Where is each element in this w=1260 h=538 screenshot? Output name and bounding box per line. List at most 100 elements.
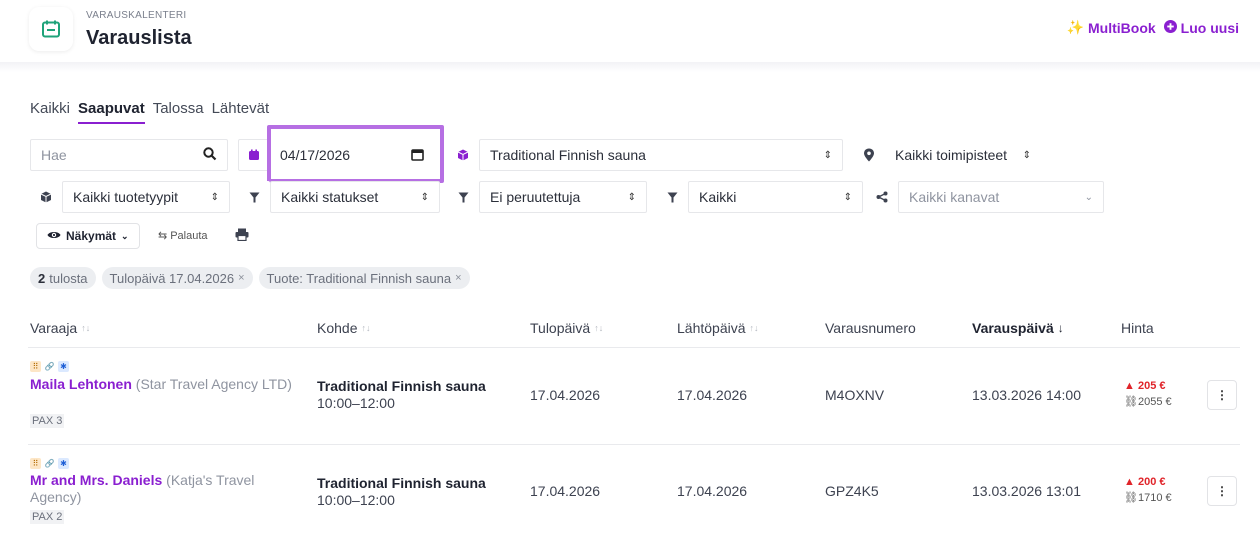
pax-badge: PAX 2	[30, 510, 65, 524]
booker-name-link[interactable]: Maila Lehtonen	[30, 376, 132, 392]
extra-filter-value: Kaikki	[699, 189, 737, 205]
channel-select[interactable]: Kaikki kanavat ⌄	[898, 181, 1104, 213]
product-cell: Traditional Finnish sauna 10:00–12:00	[317, 378, 486, 412]
booker-name-link[interactable]: Mr and Mrs. Daniels	[30, 472, 162, 488]
cancel-filter-icon	[447, 181, 479, 213]
booking-number-cell: M4OXNV	[825, 387, 885, 403]
arrival-date-cell: 17.04.2026	[530, 483, 601, 499]
price-due: 200 €	[1137, 476, 1166, 488]
price-linked: 1710 €	[1137, 492, 1172, 504]
header-divider	[0, 62, 1260, 72]
status-filter-icon	[238, 181, 270, 213]
tab-arriving[interactable]: Saapuvat	[78, 100, 145, 124]
column-header-departure[interactable]: Lähtöpäivä ↑↓	[677, 320, 759, 336]
warning-icon: ▲	[1124, 380, 1135, 392]
column-header-booker[interactable]: Varaaja ↑↓	[30, 320, 90, 336]
views-label: Näkymät	[66, 229, 117, 243]
remove-chip-icon[interactable]: ×	[238, 272, 244, 284]
extra-filter-icon	[656, 181, 688, 213]
multibook-button[interactable]: ✨ MultiBook	[1067, 19, 1156, 36]
channel-placeholder: Kaikki kanavat	[909, 189, 1000, 205]
reset-label: Palauta	[170, 229, 208, 242]
sparkle-icon: ✨	[1066, 19, 1085, 35]
page-title: Varauslista	[86, 27, 192, 49]
cancellation-select[interactable]: Ei peruutettuja ⇕	[479, 181, 647, 213]
warning-icon: ▲	[1124, 476, 1135, 488]
price-header-label: Hinta	[1121, 320, 1154, 336]
select-arrows-icon: ⇕	[823, 149, 832, 161]
tab-in-house[interactable]: Talossa	[153, 100, 204, 124]
column-header-booking-date[interactable]: Varauspäivä ↓	[972, 320, 1064, 336]
row-menu-button[interactable]: ⋮	[1207, 380, 1237, 410]
sort-icon: ↑↓	[361, 323, 371, 333]
multibook-label: MultiBook	[1088, 19, 1156, 36]
product-select[interactable]: Traditional Finnish sauna ⇕	[479, 139, 843, 171]
status-select[interactable]: Kaikki statukset ⇕	[270, 181, 440, 213]
calendar-app-icon	[29, 7, 73, 51]
departure-date-cell: 17.04.2026	[677, 483, 748, 499]
arrival-date-cell: 17.04.2026	[530, 387, 601, 403]
departure-header-label: Lähtöpäivä	[677, 320, 746, 336]
views-button[interactable]: Näkymät ⌄	[36, 223, 140, 249]
row-menu-button[interactable]: ⋮	[1207, 476, 1237, 506]
sort-icon: ↑↓	[749, 323, 759, 333]
row-divider	[28, 444, 1240, 445]
location-select[interactable]: Kaikki toimipisteet ⇕	[885, 139, 1041, 171]
location-pin-icon	[853, 139, 885, 171]
calendar-icon	[238, 139, 270, 171]
booking-date-cell: 13.03.2026 13:01	[972, 483, 1081, 499]
select-arrows-icon: ⇕	[627, 191, 636, 203]
sort-icon: ↑↓	[594, 323, 604, 333]
arrival-header-label: Tulopäivä	[530, 320, 591, 336]
refresh-icon: ⇆	[158, 230, 168, 242]
product-type-value: Kaikki tuotetyypit	[73, 189, 179, 205]
number-header-label: Varausnumero	[825, 320, 916, 336]
departure-date-cell: 17.04.2026	[677, 387, 748, 403]
link-icon: ⛓	[1124, 492, 1138, 504]
select-arrows-icon: ⇕	[843, 191, 852, 203]
product-name: Traditional Finnish sauna	[317, 475, 486, 491]
sort-icon: ↑↓	[81, 323, 91, 333]
select-arrows-icon: ⇕	[1022, 149, 1031, 161]
booking-date-header-label: Varauspäivä	[972, 320, 1054, 336]
booker-agency: (Star Travel Agency LTD)	[135, 376, 292, 392]
column-header-price: Hinta	[1121, 320, 1154, 336]
product-type-select[interactable]: Kaikki tuotetyypit ⇕	[62, 181, 230, 213]
chevron-down-icon: ⌄	[121, 230, 129, 241]
pax-badge: PAX 3	[30, 414, 65, 428]
sort-desc-icon: ↓	[1057, 321, 1064, 335]
price-linked: 2055 €	[1137, 396, 1172, 408]
asterisk-icon: ✱	[58, 458, 69, 469]
reset-button[interactable]: ⇆ Palauta	[158, 229, 208, 243]
result-count: 2	[38, 270, 46, 286]
price-due: 205 €	[1137, 380, 1166, 392]
asterisk-icon: ✱	[58, 361, 69, 372]
product-chip: Tuote: Traditional Finnish sauna ×	[258, 267, 470, 289]
create-new-button[interactable]: Luo uusi	[1163, 19, 1239, 36]
tab-all[interactable]: Kaikki	[30, 100, 70, 124]
product-header-label: Kohde	[317, 320, 358, 336]
remove-chip-icon[interactable]: ×	[455, 272, 461, 284]
kebab-icon: ⋮	[1216, 388, 1228, 402]
create-new-label: Luo uusi	[1180, 19, 1239, 36]
column-header-product[interactable]: Kohde ↑↓	[317, 320, 370, 336]
arrival-date-chip: Tulopäivä 17.04.2026 ×	[101, 267, 253, 289]
booking-number-cell: GPZ4K5	[825, 483, 879, 499]
column-header-arrival[interactable]: Tulopäivä ↑↓	[530, 320, 603, 336]
page-header: VARAUSKALENTERI Varauslista ✨ MultiBook …	[0, 0, 1260, 66]
search-icon	[203, 147, 217, 164]
product-icon	[447, 139, 479, 171]
search-input[interactable]: Hae	[30, 139, 228, 171]
product-cell: Traditional Finnish sauna 10:00–12:00	[317, 475, 486, 509]
column-header-number: Varausnumero	[825, 320, 916, 336]
grid-icon: ⠿	[30, 361, 41, 372]
cancellation-select-value: Ei peruutettuja	[490, 189, 581, 205]
print-icon[interactable]	[235, 228, 249, 246]
select-arrows-icon: ⇕	[420, 191, 429, 203]
eye-icon	[47, 229, 61, 243]
product-name: Traditional Finnish sauna	[317, 378, 486, 394]
booking-date-cell: 13.03.2026 14:00	[972, 387, 1081, 403]
extra-filter-select[interactable]: Kaikki ⇕	[688, 181, 863, 213]
location-select-value: Kaikki toimipisteet	[895, 147, 1008, 163]
tab-departing[interactable]: Lähtevät	[212, 100, 270, 124]
